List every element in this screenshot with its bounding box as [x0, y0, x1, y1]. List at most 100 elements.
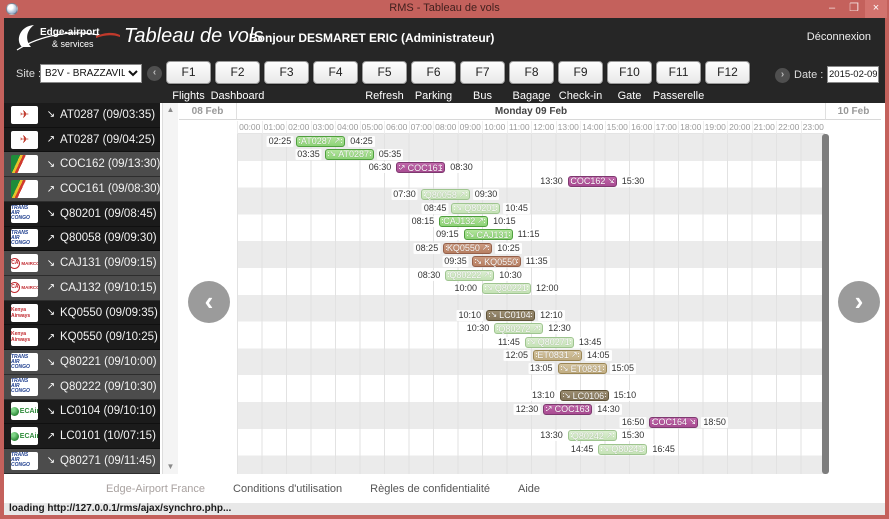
sidebar-flight-row[interactable]: ECAir↗LC0101 (10/07:15): [4, 424, 160, 449]
sidebar-flight-row[interactable]: ECAir↘LC0104 (09/10:10): [4, 400, 160, 425]
flight-bar-coc164[interactable]: COC164↘: [649, 417, 698, 428]
sidebar-flight-row[interactable]: ↗COC161 (09/08:30): [4, 177, 160, 202]
fkey-label: Bagage: [513, 90, 551, 102]
date-next-button[interactable]: ›: [775, 68, 790, 83]
flight-bar-at0287[interactable]: ↘AT0287: [325, 149, 374, 160]
sidebar-flight-row[interactable]: CAMAIRCO↗CAJ132 (09/10:15): [4, 276, 160, 301]
sidebar-flight-row[interactable]: CAMAIRCO↘CAJ131 (09/09:15): [4, 251, 160, 276]
sidebar-flight-row[interactable]: ↘COC162 (09/13:30): [4, 152, 160, 177]
end-time-label: 13:45: [577, 337, 604, 348]
fkey-button-f9[interactable]: F9: [558, 61, 603, 84]
sidebar-flight-row[interactable]: TRANS AIR CONGO↘Q80221 (09/10:00): [4, 350, 160, 375]
sidebar-flight-row[interactable]: ✈↘AT0287 (09/03:35): [4, 103, 160, 128]
scroll-right-button[interactable]: ›: [838, 281, 880, 323]
fkey-button-f11[interactable]: F11: [656, 61, 701, 84]
flight-bar-kq0550[interactable]: KQ0550↗: [443, 243, 492, 254]
arrival-arrow-icon: ↘: [490, 311, 497, 319]
sidebar-flight-row[interactable]: Kenya Airways↘KQ0550 (09/09:35): [4, 301, 160, 326]
flight-bar-label: Q80058: [425, 190, 457, 200]
flight-bar-q80272[interactable]: Q80272↗: [494, 323, 543, 334]
flight-bar-label: COC164: [652, 417, 687, 427]
sidebar-flight-row[interactable]: ✈↗AT0287 (09/04:25): [4, 128, 160, 153]
previous-day-header[interactable]: 08 Feb: [179, 103, 237, 120]
current-day-header: Monday 09 Feb: [237, 103, 825, 120]
start-time-label: 08:45: [422, 203, 449, 214]
next-day-header[interactable]: 10 Feb: [825, 103, 881, 120]
end-time-label: 14:05: [585, 350, 612, 361]
hour-tick-label: 07:00: [409, 121, 434, 134]
start-time-label: 11:45: [496, 337, 522, 348]
logout-link[interactable]: Déconnexion: [807, 31, 871, 43]
flight-bar-coc163[interactable]: ↗COC163: [543, 404, 592, 415]
fkey-column: F9Check-in: [556, 61, 605, 102]
airline-logo-tac: TRANS AIR CONGO: [11, 378, 38, 396]
flight-bar-q80058[interactable]: Q80058↗: [421, 189, 470, 200]
fkey-column: F2Dashboard: [213, 61, 262, 102]
app-window: RMS - Tableau de vols – ❒ × Edge-airport…: [0, 0, 889, 519]
date-label: Date :: [794, 69, 823, 81]
ecair-globe-icon: [11, 432, 19, 441]
scroll-down-icon[interactable]: ▼: [163, 460, 178, 474]
arrival-arrow-icon: ↘: [44, 307, 58, 318]
site-prev-button[interactable]: ‹: [147, 66, 162, 81]
close-button[interactable]: ×: [865, 0, 887, 18]
sidebar-flight-row[interactable]: TRANS AIR CONGO↗Q80058 (09/09:30): [4, 227, 160, 252]
fkey-button-f1[interactable]: F1: [166, 61, 211, 84]
fkey-column: F7Bus: [458, 61, 507, 102]
fkey-button-f10[interactable]: F10: [607, 61, 652, 84]
flight-bar-coc162[interactable]: COC162↘: [568, 176, 617, 187]
sidebar-flight-row[interactable]: Kenya Airways↗KQ0550 (09/10:25): [4, 325, 160, 350]
maximize-button[interactable]: ❒: [843, 0, 865, 18]
flight-label: Q80221 (09/10:00): [60, 356, 157, 368]
flight-bar-label: ET0831: [571, 364, 603, 374]
sidebar-flight-row[interactable]: TRANS AIR CONGO↘Q80201 (09/08:45): [4, 202, 160, 227]
fkey-button-f4[interactable]: F4: [313, 61, 358, 84]
caj-logo-circle: CA: [11, 258, 20, 269]
scroll-left-button[interactable]: ‹: [188, 281, 230, 323]
arrival-arrow-icon: ↘: [562, 365, 569, 373]
footer-link[interactable]: Edge-Airport France: [106, 483, 205, 495]
date-input[interactable]: [827, 66, 879, 83]
flight-bar-caj132[interactable]: CAJ132↗: [439, 216, 488, 227]
flight-bar-caj131[interactable]: ↘CAJ131: [464, 229, 513, 240]
fkey-button-f5[interactable]: F5: [362, 61, 407, 84]
fkey-button-f8[interactable]: F8: [509, 61, 554, 84]
flight-bar-et0831[interactable]: ET0831↗: [533, 350, 582, 361]
footer-link[interactable]: Conditions d'utilisation: [233, 483, 342, 495]
flight-bar-q80201[interactable]: ↘Q80201: [451, 203, 500, 214]
scroll-up-icon[interactable]: ▲: [163, 103, 178, 117]
flight-bar-q80241[interactable]: ↘Q80241: [598, 444, 647, 455]
fkey-button-f2[interactable]: F2: [215, 61, 260, 84]
flight-bar-et0831[interactable]: ↘ET0831: [558, 363, 607, 374]
hour-tick-label: 11:00: [507, 121, 532, 134]
site-select[interactable]: B2V - BRAZZAVILLE: [40, 64, 142, 83]
departure-arrow-icon: ↗: [44, 431, 58, 442]
flight-bar-kq0550[interactable]: ↘KQ0550: [472, 256, 521, 267]
flight-bar-q80271[interactable]: ↘Q80271: [525, 337, 574, 348]
sidebar-flight-row[interactable]: TRANS AIR CONGO↗Q80222 (09/10:30): [4, 375, 160, 400]
flight-bar-at0287[interactable]: AT0287↗: [296, 136, 345, 147]
arrival-arrow-icon: ↘: [486, 284, 493, 292]
timeline-scrollbar-thumb[interactable]: [822, 134, 829, 474]
hour-tick-label: 12:00: [531, 121, 556, 134]
fkey-label: Passerelle: [653, 90, 704, 102]
flight-bar-lc0104[interactable]: ↘LC0104: [486, 310, 535, 321]
flight-bar-q80222[interactable]: Q80222↗: [445, 270, 494, 281]
flight-bar-q80242[interactable]: Q80242↗: [568, 430, 617, 441]
end-time-label: 11:35: [524, 256, 550, 267]
departure-arrow-icon: ↗: [44, 282, 58, 293]
sidebar-scrollbar[interactable]: ▲ ▼: [162, 103, 178, 474]
flight-bar-lc0106[interactable]: ↘LC0106: [560, 390, 609, 401]
arrival-arrow-icon: ↘: [44, 109, 58, 120]
flight-bar-coc161[interactable]: ↗COC161: [396, 162, 445, 173]
sidebar-flight-row[interactable]: TRANS AIR CONGO↘Q80271 (09/11:45): [4, 449, 160, 474]
footer-link[interactable]: Aide: [518, 483, 540, 495]
fkey-button-f7[interactable]: F7: [460, 61, 505, 84]
minimize-button[interactable]: –: [821, 0, 843, 18]
hour-tick-label: 10:00: [482, 121, 507, 134]
flight-bar-q80221[interactable]: ↘Q80221: [482, 283, 531, 294]
fkey-button-f6[interactable]: F6: [411, 61, 456, 84]
footer-link[interactable]: Règles de confidentialité: [370, 483, 490, 495]
fkey-button-f12[interactable]: F12: [705, 61, 750, 84]
fkey-button-f3[interactable]: F3: [264, 61, 309, 84]
